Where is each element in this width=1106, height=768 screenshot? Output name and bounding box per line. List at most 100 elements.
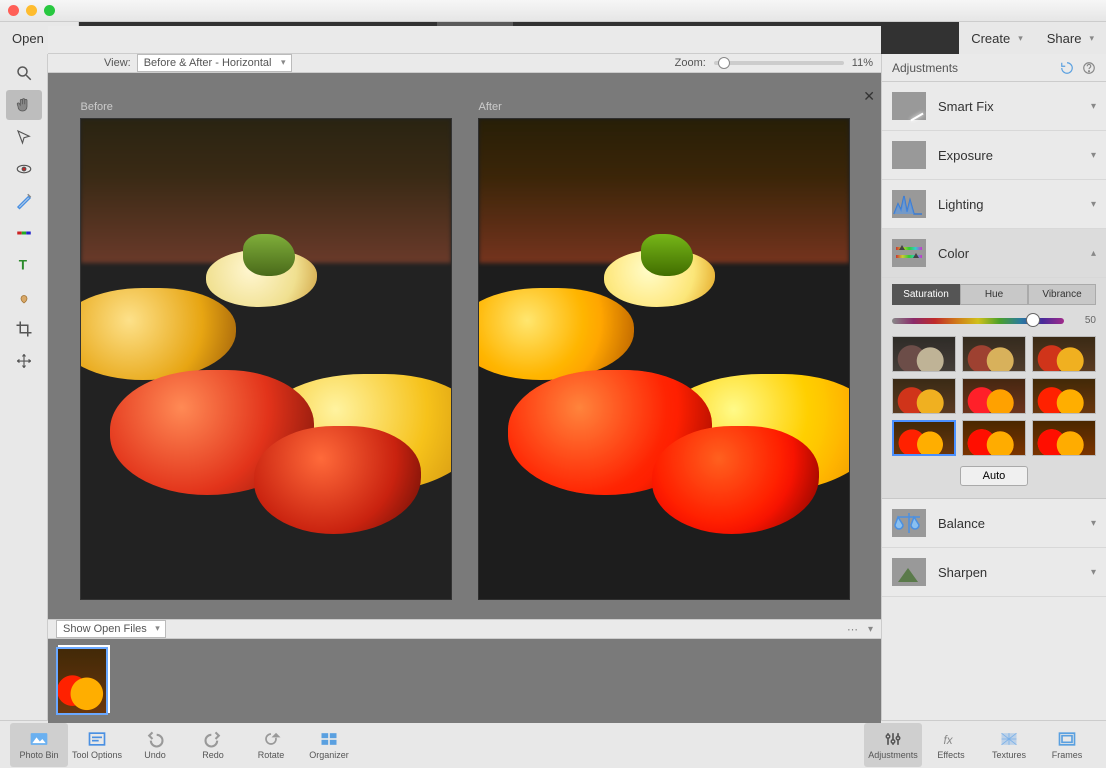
view-select[interactable]: Before & After - Horizontal (137, 54, 293, 72)
photo-bin-header: Show Open Files ⋯ ▾ (48, 619, 881, 639)
tool-options-button[interactable]: Tool Options (68, 723, 126, 767)
minimize-window-icon[interactable] (26, 5, 37, 16)
after-image[interactable] (479, 119, 849, 599)
color-subtabs: Saturation Hue Vibrance (892, 284, 1096, 305)
sharpen-icon (892, 558, 926, 586)
zoom-slider[interactable] (714, 61, 844, 65)
chevron-down-icon: ▾ (1091, 518, 1096, 529)
adj-smart-fix[interactable]: Smart Fix ▾ (882, 82, 1106, 131)
saturation-slider[interactable] (892, 318, 1064, 324)
traffic-lights (8, 5, 55, 16)
type-tool[interactable]: T (6, 250, 42, 280)
toolbox: T (0, 54, 48, 720)
textures-button[interactable]: Textures (980, 723, 1038, 767)
photo-bin (48, 639, 881, 723)
undo-button[interactable]: Undo (126, 723, 184, 767)
preset-swatch[interactable] (892, 378, 956, 414)
svg-text:fx: fx (944, 734, 954, 747)
window-titlebar (0, 0, 1106, 22)
share-menu[interactable]: Share▾ (1035, 22, 1106, 54)
options-bar: View: Before & After - Horizontal Zoom: … (48, 54, 881, 73)
zoom-tool[interactable] (6, 58, 42, 88)
subtab-saturation[interactable]: Saturation (892, 284, 960, 305)
preset-swatch[interactable] (1032, 336, 1096, 372)
chevron-down-icon: ▾ (1091, 567, 1096, 578)
options-bar (48, 26, 881, 54)
straighten-tool[interactable] (6, 218, 42, 248)
frames-button[interactable]: Frames (1038, 723, 1096, 767)
exposure-icon (892, 141, 926, 169)
chevron-down-icon: ▾ (1091, 101, 1096, 112)
color-icon (892, 239, 926, 267)
quick-select-tool[interactable] (6, 122, 42, 152)
chevron-down-icon: ▾ (1091, 199, 1096, 210)
create-menu[interactable]: Create▾ (959, 22, 1035, 54)
balance-icon (892, 509, 926, 537)
preset-swatch[interactable] (962, 420, 1026, 456)
main-area: T View: Before & After - Horizontal Zoom… (0, 54, 1106, 720)
chevron-down-icon: ▾ (1091, 150, 1096, 161)
preset-swatch[interactable] (1032, 420, 1096, 456)
adjustments-header: Adjustments (882, 54, 1106, 82)
adjustments-panel: Adjustments Smart Fix ▾ Exposure ▾ Light… (881, 54, 1106, 720)
maximize-window-icon[interactable] (44, 5, 55, 16)
organizer-button[interactable]: Organizer (300, 723, 358, 767)
view-label: View: (104, 57, 131, 69)
bin-options-icon[interactable]: ⋯ (847, 623, 858, 636)
zoom-group: Zoom: 11% (675, 57, 873, 69)
preset-swatch[interactable] (962, 336, 1026, 372)
bin-select[interactable]: Show Open Files (56, 620, 166, 638)
crop-tool[interactable] (6, 314, 42, 344)
close-document-icon[interactable]: ✕ (863, 88, 875, 105)
spot-heal-tool[interactable] (6, 282, 42, 312)
zoom-value: 11% (852, 57, 873, 69)
adj-exposure[interactable]: Exposure ▾ (882, 131, 1106, 180)
rotate-button[interactable]: Rotate (242, 723, 300, 767)
chevron-down-icon: ▾ (1089, 33, 1094, 44)
preset-swatch[interactable] (892, 336, 956, 372)
center-column: View: Before & After - Horizontal Zoom: … (48, 54, 881, 720)
auto-button[interactable]: Auto (960, 466, 1029, 486)
bottom-taskbar: Photo Bin Tool Options Undo Redo Rotate … (0, 720, 1106, 768)
saturation-value: 50 (1072, 315, 1096, 326)
after-panel: After (479, 101, 849, 599)
preset-swatch[interactable] (1032, 378, 1096, 414)
after-label: After (479, 101, 502, 113)
lighting-icon (892, 190, 926, 218)
help-icon[interactable] (1082, 61, 1096, 75)
adj-balance[interactable]: Balance ▾ (882, 499, 1106, 548)
slider-thumb[interactable] (1026, 313, 1040, 327)
adjustments-button[interactable]: Adjustments (864, 723, 922, 767)
whiten-teeth-tool[interactable] (6, 186, 42, 216)
canvas-area: Before After (48, 73, 881, 619)
hand-tool[interactable] (6, 90, 42, 120)
bin-thumbnail[interactable] (56, 647, 108, 715)
close-window-icon[interactable] (8, 5, 19, 16)
before-label: Before (81, 101, 113, 113)
preset-swatch[interactable] (962, 378, 1026, 414)
zoom-label: Zoom: (675, 57, 706, 69)
adj-lighting[interactable]: Lighting ▾ (882, 180, 1106, 229)
move-tool[interactable] (6, 346, 42, 376)
photo-bin-button[interactable]: Photo Bin (10, 723, 68, 767)
smart-fix-icon (892, 92, 926, 120)
adj-color[interactable]: Color ▴ (882, 229, 1106, 278)
before-panel: Before (81, 101, 451, 599)
redo-button[interactable]: Redo (184, 723, 242, 767)
color-subsection: Saturation Hue Vibrance 50 Auto (882, 278, 1106, 499)
reset-icon[interactable] (1060, 61, 1074, 75)
zoom-thumb[interactable] (718, 57, 730, 69)
chevron-down-icon: ▾ (1018, 33, 1023, 44)
subtab-vibrance[interactable]: Vibrance (1028, 284, 1096, 305)
svg-text:T: T (18, 258, 27, 273)
right-menu: Create▾ Share▾ (959, 22, 1106, 54)
subtab-hue[interactable]: Hue (960, 284, 1028, 305)
saturation-slider-row: 50 (892, 315, 1096, 326)
before-image[interactable] (81, 119, 451, 599)
open-label: Open (12, 31, 44, 46)
redeye-tool[interactable] (6, 154, 42, 184)
preset-swatch[interactable] (892, 420, 956, 456)
adj-sharpen[interactable]: Sharpen ▾ (882, 548, 1106, 597)
effects-button[interactable]: fx Effects (922, 723, 980, 767)
chevron-down-icon[interactable]: ▾ (868, 624, 873, 635)
